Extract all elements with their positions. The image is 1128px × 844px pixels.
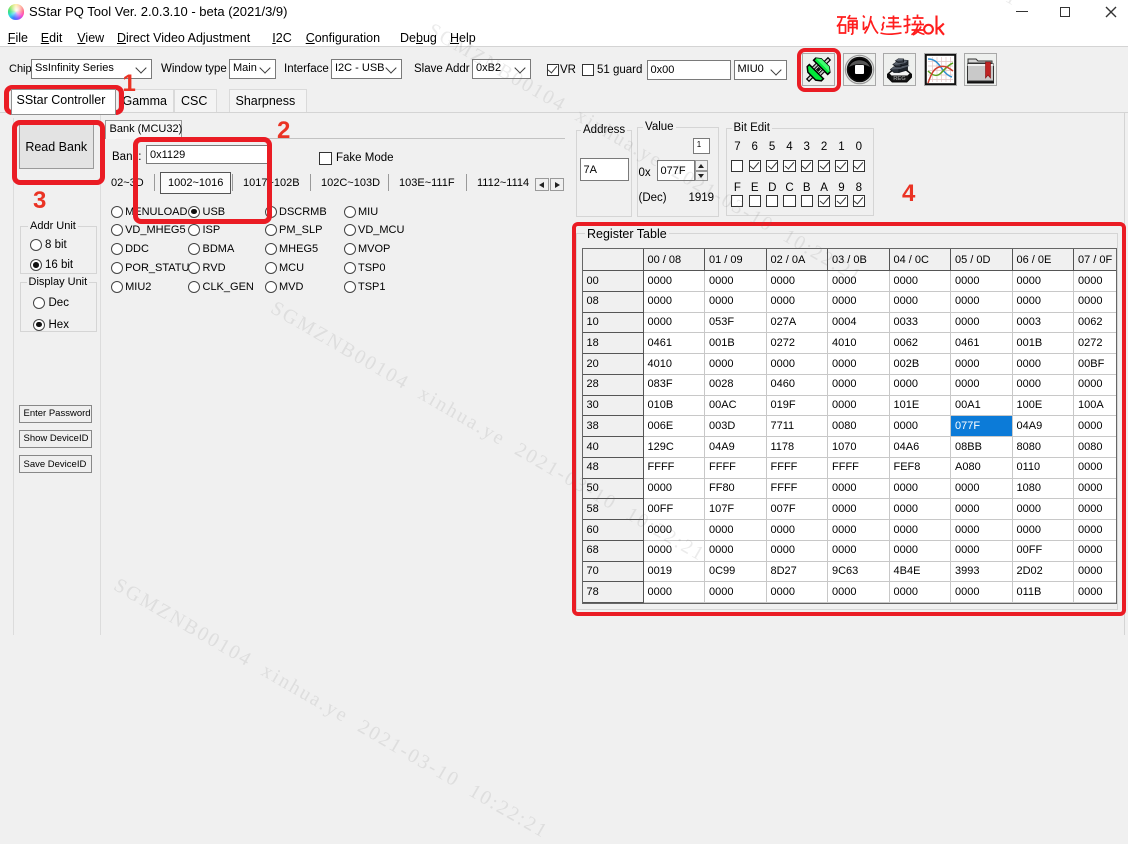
svg-text:REG: REG bbox=[893, 76, 906, 82]
